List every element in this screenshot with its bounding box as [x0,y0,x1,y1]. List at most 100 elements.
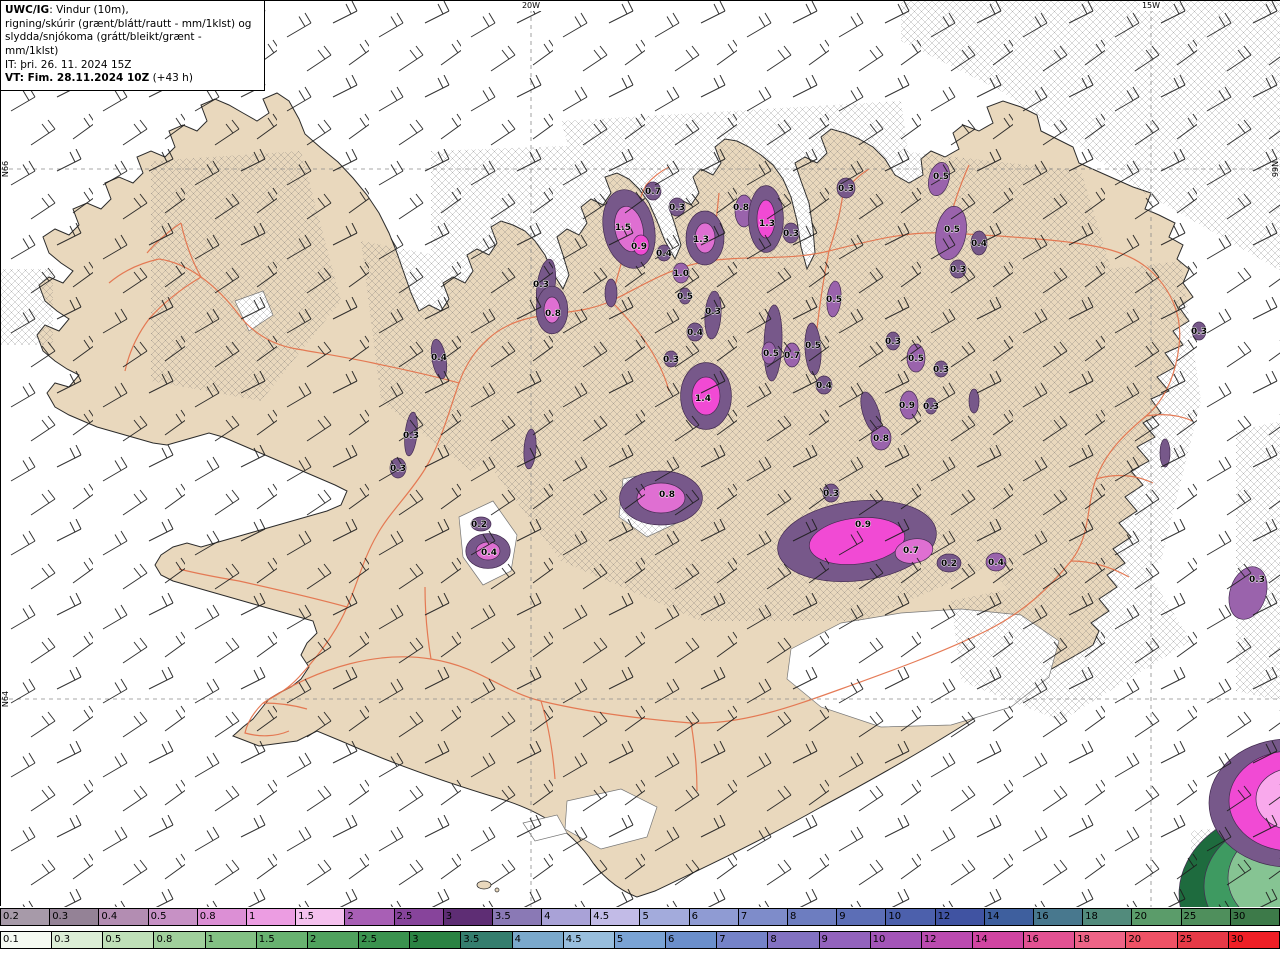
precip-value-label: 0.8 [545,309,561,319]
precip-value-label: 1.0 [673,269,689,279]
colorbar-value: 10 [872,934,886,945]
colorbar-value: 8 [770,934,777,945]
wind-barb-field [1,1,1280,907]
rain-colorbar-cell: 25 [1177,932,1229,948]
sleet-colorbar-cell: 14 [984,909,1034,925]
precip-value-label: 0.7 [645,187,661,197]
sleet-colorbar-cell: 2.5 [394,909,444,925]
precip-value-label: 0.4 [481,548,497,558]
precip-value-label: 0.9 [631,242,647,252]
rain-colorbar-cell: 5 [614,932,667,948]
rain-colorbar-cell: 7 [717,932,769,948]
precip-value-label: 0.7 [784,351,800,361]
sleet-colorbar-cell: 30 [1230,909,1279,925]
precip-value-label: 0.2 [941,559,957,569]
colorbar-value: 30 [1230,934,1244,945]
precip-value-label: 0.3 [669,203,685,213]
precip-value-label: 0.5 [944,225,960,235]
precip-value-label: 0.3 [1191,327,1207,337]
precip-value-label: 0.4 [431,353,447,363]
rain-colorbar-cell: 14 [972,932,1025,948]
precip-value-label: 0.5 [826,295,842,305]
colorbar-value: 4.5 [593,911,610,922]
precip-value-label: 0.9 [899,401,915,411]
sleet-colorbar-cell: 8 [788,909,838,925]
precip-value-label: 0.3 [663,355,679,365]
sleet-colorbar-cell: 0.5 [148,909,198,925]
precip-value-label: 0.3 [705,307,721,317]
precip-value-label: 0.3 [950,265,966,275]
colorbar-value: 7 [719,934,726,945]
colorbar-value: 1.5 [298,911,315,922]
rain-colorbar-cell: 1 [205,932,257,948]
latitude-label: N64 [1,690,10,708]
colorbar-value: 3 [412,934,419,945]
legend-line-5: VT: Fim. 28.11.2024 10Z (+43 h) [5,72,193,85]
colorbar-value: 2.5 [361,934,377,945]
colorbar-value: 25 [1183,911,1197,922]
sleet-colorbar-cell: 20 [1132,909,1182,925]
precip-value-label: 0.8 [873,434,889,444]
rain-colorbar-cell: 0.1 [1,932,53,948]
colorbar-value: 5 [616,934,624,945]
colorbar-value: 2.5 [396,911,413,922]
sleet-colorbar-cell: 6 [689,909,739,925]
rain-colorbar-cell: 0.8 [154,932,206,948]
precip-value-label: 0.3 [403,431,419,441]
weather-forecast-page: 1.5 0.9 0.7 0.3 0.4 1.0 1.3 0.5 0.3 0.8 1.3 0.3 0.3 0… [0,0,1280,960]
precip-value-label: 1.4 [695,394,711,404]
colorbar-value: 0.8 [199,911,216,922]
colorbar-value: 12 [923,934,937,945]
colorbar-sleet-snow: 0.2 0.3 0.4 0.5 0.8 1 1.5 2 2.5 3 3.5 4 4.5 5 6 7 8 9 10 12… [0,908,1280,926]
precip-value-label: 0.3 [933,365,949,375]
colorbar-value: 16 [1026,934,1039,945]
colorbar-value: 12 [937,911,951,922]
sleet-colorbar-cell: 18 [1083,909,1133,925]
colorbar-value: 2 [347,911,354,922]
rain-colorbar-cell: 20 [1126,932,1178,948]
sleet-colorbar-cell: 4 [542,909,592,925]
longitude-label: 15W [1139,1,1163,11]
precip-value-label: 0.7 [903,546,919,556]
precip-value-label: 0.4 [816,381,832,391]
sleet-colorbar-cell: 1.5 [296,909,346,925]
colorbar-value: 16 [1035,911,1049,922]
sleet-colorbar-cell: 2 [345,909,395,925]
colorbar-value: 0.3 [54,934,71,945]
precip-value-label: 0.8 [659,490,675,500]
colorbar-value: 5 [642,911,649,922]
precip-value-label: 0.4 [687,328,703,338]
rain-colorbar-cell: 2 [307,932,360,948]
colorbar-value: 3.5 [494,911,511,922]
rain-colorbar-cell: 10 [870,932,922,948]
precip-value-label: 0.4 [971,239,987,249]
legend-line-4: IT: þri. 26. 11. 2024 15Z [5,58,132,71]
precip-value-label: 0.9 [855,520,871,530]
colorbar-value: 4 [514,934,521,945]
precip-value-label: 0.3 [885,337,901,347]
precip-value-label: 0.3 [1249,575,1265,585]
sleet-colorbar-cell: 0.2 [1,909,51,925]
legend-line-1: UWC/IG: Vindur (10m), [5,4,129,16]
colorbar-value: 3 [445,911,453,922]
rain-colorbar-cell: 9 [819,932,871,948]
forecast-map: 1.5 0.9 0.7 0.3 0.4 1.0 1.3 0.5 0.3 0.8 1.3 0.3 0.3 0… [0,0,1280,907]
colorbar-value: 14 [986,911,1000,922]
latitude-label: N66 [1270,160,1279,178]
precip-value-label: 0.3 [533,280,549,290]
sleet-colorbar-cell: 3.5 [492,909,543,925]
colorbar-value: 10 [888,911,902,922]
colorbar-value: 0.5 [150,911,167,922]
rain-colorbar-cell: 12 [921,932,973,948]
info-box: UWC/IG: Vindur (10m), rigning/skúrir (gr… [1,1,265,91]
precip-value-label: 0.5 [908,354,924,364]
sleet-colorbar-cell: 25 [1181,909,1231,925]
colorbar-value: 14 [974,934,988,945]
longitude-label: 20W [519,1,543,11]
colorbar-value: 4 [544,911,551,922]
colorbar-value: 6 [691,911,698,922]
colorbar-value: 18 [1077,934,1091,945]
rain-colorbar-cell: 6 [666,932,718,948]
rain-colorbar-cell: 4 [512,932,564,948]
sleet-colorbar-cell: 0.3 [50,909,100,925]
